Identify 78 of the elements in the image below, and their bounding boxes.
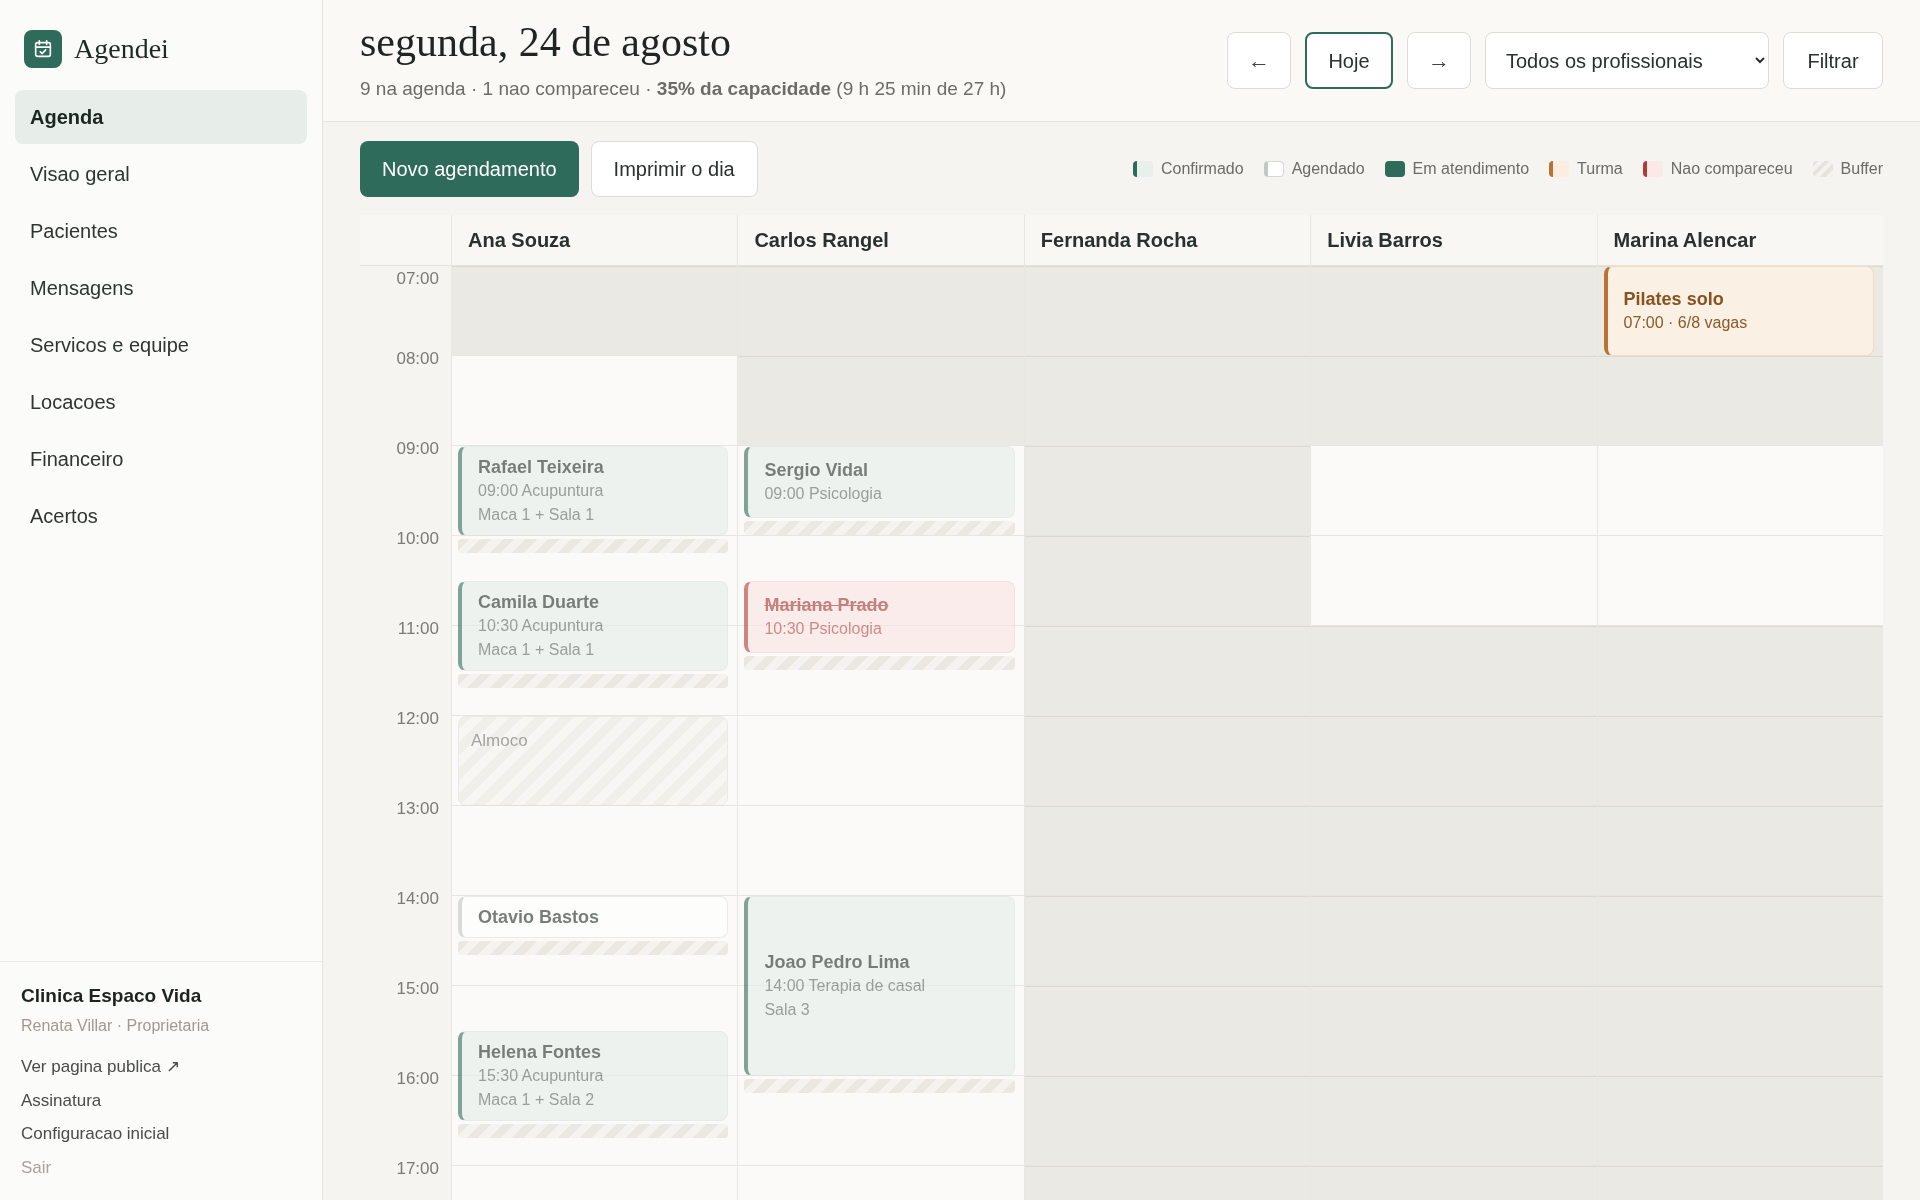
appointment-title: Otavio Bastos [478, 906, 601, 929]
appointment-title: Helena Fontes [478, 1041, 603, 1064]
time-label: 11:00 [397, 618, 439, 640]
column-header: Ana Souza [468, 228, 571, 253]
new-appointment-button[interactable]: Novo agendamento [360, 141, 579, 197]
time-label: 14:00 [396, 888, 439, 910]
time-label: 08:00 [396, 348, 439, 370]
legend-label: Turma [1577, 159, 1623, 179]
legend-swatch [1384, 161, 1405, 177]
column-header: Livia Barros [1327, 228, 1443, 253]
sidebar-link[interactable]: Configuracao inicial [21, 1121, 170, 1147]
appointment-title: Sergio Vidal [764, 459, 870, 482]
appointment-detail: 10:30 Psicologia [764, 619, 883, 639]
column-header: Marina Alencar [1613, 228, 1757, 253]
previous-day-button[interactable]: ← [1227, 32, 1291, 89]
column-header: Fernanda Rocha [1040, 228, 1198, 253]
professional-select[interactable]: Todos os profissionais [1485, 32, 1769, 89]
appointment-detail: Maca 1 + Sala 1 [478, 640, 596, 660]
next-day-button[interactable]: → [1407, 32, 1471, 89]
legend-label: Buffer [1840, 159, 1883, 179]
nav-item[interactable]: Locacoes [15, 375, 307, 429]
appointment-detail: 09:00 Acupuntura [478, 481, 605, 501]
appointment-title: Pilates solo [1623, 288, 1725, 311]
appointment-detail: 14:00 Terapia de casal [764, 976, 927, 996]
appointment-title: Rafael Teixeira [478, 456, 605, 479]
date-title: segunda, 24 de agosto [360, 21, 732, 64]
legend-swatch [1549, 161, 1570, 177]
appointment-card[interactable]: Rafael Teixeira 09:00 Acupuntura Maca 1 + Sala 1 [458, 446, 729, 536]
calendar-check-icon [24, 30, 62, 68]
appointment-detail: Sala 3 [764, 1000, 811, 1020]
time-label: 13:00 [396, 798, 439, 820]
appointment-card[interactable]: Pilates solo 07:00 · 6/8 vagas [1603, 266, 1874, 356]
time-label: 07:00 [396, 268, 439, 290]
time-label: 17:00 [396, 1158, 439, 1180]
legend-swatch [1642, 161, 1663, 177]
appointment-detail: Maca 1 + Sala 2 [478, 1090, 596, 1110]
nav-item[interactable]: Servicos e equipe [15, 318, 307, 372]
sidebar-link[interactable]: Ver pagina publica ↗ [21, 1054, 180, 1080]
user-role: Renata Villar · Proprietaria [21, 1016, 211, 1036]
legend-label: Confirmado [1160, 159, 1244, 179]
appointment-title: Camila Duarte [478, 591, 601, 614]
nav-item[interactable]: Visao geral [15, 147, 307, 201]
nav-item[interactable]: Pacientes [15, 204, 307, 258]
appointment-card[interactable]: Helena Fontes 15:30 Acupuntura Maca 1 + Sala 2 [458, 1031, 729, 1121]
nav-item[interactable]: Financeiro [15, 432, 307, 486]
legend-label: Em atendimento [1412, 159, 1530, 179]
appointment-detail: 07:00 · 6/8 vagas [1623, 313, 1749, 333]
nav-item[interactable]: Mensagens [15, 261, 307, 315]
appointment-title: Almoco [471, 730, 528, 752]
column-header: Carlos Rangel [754, 228, 889, 253]
filter-button[interactable]: Filtrar [1783, 32, 1883, 89]
legend-swatch [1263, 161, 1284, 177]
legend-label: Nao compareceu [1670, 159, 1793, 179]
appointment-card[interactable]: Joao Pedro Lima 14:00 Terapia de casal Sala 3 [744, 896, 1015, 1076]
appointment-card[interactable]: Otavio Bastos [458, 896, 729, 938]
app-name: Agendei [74, 32, 169, 66]
appointment-detail: 15:30 Acupuntura [478, 1066, 605, 1086]
time-label: 09:00 [396, 438, 439, 460]
day-summary: 9 na agenda · 1 nao compareceu · 35% da capacidade (9 h 25 min de 27 h) [360, 77, 1007, 102]
time-label: 12:00 [396, 708, 439, 730]
appointment-detail: Maca 1 + Sala 1 [478, 505, 596, 525]
appointment-card[interactable]: Camila Duarte 10:30 Acupuntura Maca 1 + Sala 1 [458, 581, 729, 671]
appointment-detail: 09:00 Psicologia [764, 484, 883, 504]
clinic-name: Clinica Espaco Vida [21, 983, 203, 1008]
today-button[interactable]: Hoje [1305, 32, 1393, 89]
appointment-card[interactable]: Sergio Vidal 09:00 Psicologia [744, 446, 1015, 518]
legend-label: Agendado [1291, 159, 1365, 179]
appointment-title: Mariana Prado [764, 594, 890, 617]
print-day-button[interactable]: Imprimir o dia [590, 141, 758, 197]
nav-item[interactable]: Acertos [15, 489, 307, 543]
appointment-detail: 10:30 Acupuntura [478, 616, 605, 636]
legend-swatch [1132, 161, 1153, 177]
time-label: 10:00 [396, 528, 439, 550]
sidebar-link[interactable]: Assinatura [21, 1087, 102, 1113]
time-label: 16:00 [396, 1068, 439, 1090]
appointment-title: Joao Pedro Lima [764, 951, 911, 974]
time-label: 15:00 [396, 978, 439, 1000]
nav-item[interactable]: Agenda [15, 90, 307, 144]
